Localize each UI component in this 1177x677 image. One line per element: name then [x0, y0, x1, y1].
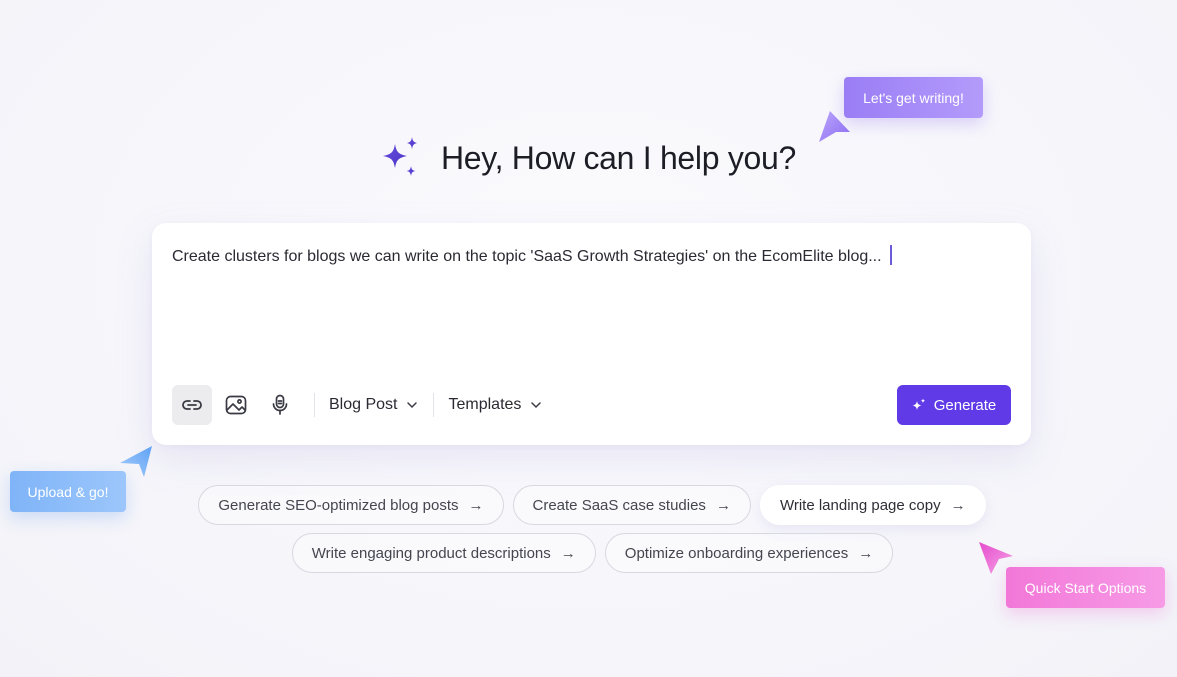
suggestion-chip-product-descriptions[interactable]: Write engaging product descriptions →: [291, 533, 596, 573]
prompt-input[interactable]: Create clusters for blogs we can write o…: [172, 245, 1011, 266]
prompt-card: Create clusters for blogs we can write o…: [152, 223, 1031, 445]
templates-label: Templates: [448, 396, 522, 413]
generate-label: Generate: [933, 396, 997, 414]
suggestions-row-1: Generate SEO-optimized blog posts → Crea…: [0, 485, 1177, 525]
content-type-label: Blog Post: [329, 396, 398, 413]
content-type-dropdown[interactable]: Blog Post: [329, 396, 419, 414]
arrow-right-icon: →: [715, 496, 731, 514]
writing-tooltip-tag: Let's get writing!: [844, 77, 983, 118]
chevron-down-icon: [407, 402, 418, 409]
sparkle-icon: [912, 398, 926, 410]
image-icon: [225, 395, 247, 415]
voice-input-button[interactable]: [260, 385, 300, 425]
prompt-toolbar: Blog Post Templates Generate: [172, 385, 1011, 425]
arrow-right-icon: →: [468, 496, 484, 514]
text-caret: [889, 245, 892, 265]
microphone-icon: [272, 394, 288, 415]
app-canvas: Let's get writing! Hey, How can I help y…: [0, 0, 1177, 677]
chevron-down-icon: [531, 402, 542, 409]
quick-start-tag-label: Quick Start Options: [1024, 579, 1147, 596]
chip-label: Generate SEO-optimized blog posts: [218, 496, 459, 514]
arrow-right-icon: →: [950, 496, 966, 514]
chip-label: Write landing page copy: [779, 496, 941, 514]
page-title: Hey, How can I help you?: [440, 139, 797, 176]
toolbar-divider: [433, 393, 435, 417]
suggestion-chip-onboarding[interactable]: Optimize onboarding experiences →: [604, 533, 894, 573]
suggestion-chip-seo-blog-posts[interactable]: Generate SEO-optimized blog posts →: [198, 485, 504, 525]
chip-label: Create SaaS case studies: [532, 496, 706, 514]
generate-button[interactable]: Generate: [897, 385, 1011, 425]
chip-label: Optimize onboarding experiences: [624, 544, 849, 562]
arrow-right-icon: →: [560, 544, 576, 562]
suggestion-chip-saas-case-studies[interactable]: Create SaaS case studies →: [512, 485, 751, 525]
sparkles-icon: [382, 137, 417, 176]
link-icon: [182, 400, 202, 410]
attach-link-button[interactable]: [172, 385, 212, 425]
quick-start-tooltip-tag: Quick Start Options: [1006, 567, 1165, 608]
upload-image-button[interactable]: [216, 385, 256, 425]
hero-header: Hey, How can I help you?: [0, 136, 1177, 180]
toolbar-divider: [314, 393, 315, 417]
arrow-right-icon: →: [858, 544, 874, 562]
prompt-text: Create clusters for blogs we can write o…: [172, 248, 882, 265]
chip-label: Write engaging product descriptions: [311, 544, 551, 562]
writing-tag-label: Let's get writing!: [863, 89, 964, 106]
suggestion-chip-landing-page-copy[interactable]: Write landing page copy →: [759, 485, 986, 525]
templates-dropdown[interactable]: Templates: [448, 396, 543, 414]
